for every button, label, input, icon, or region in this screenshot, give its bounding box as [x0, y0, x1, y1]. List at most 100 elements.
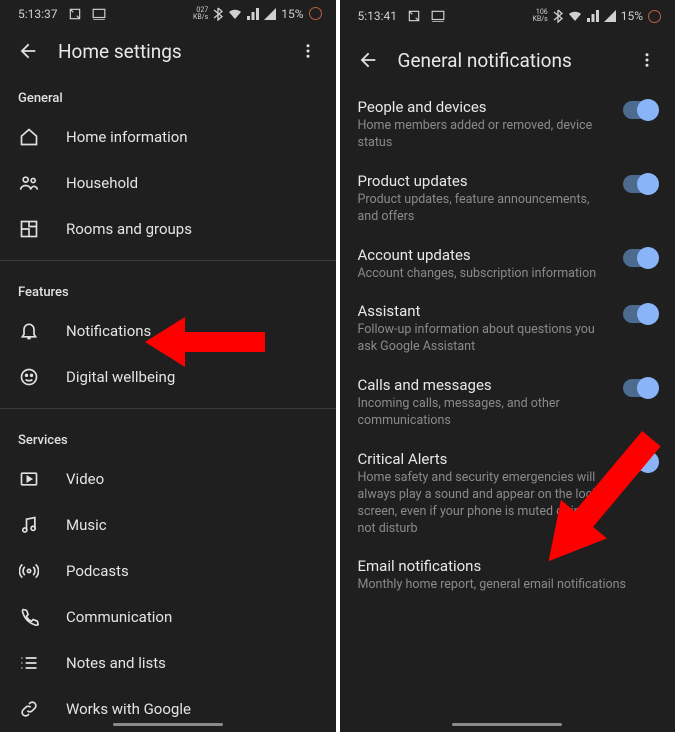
bluetooth-icon	[553, 9, 563, 23]
toggle-title: Account updates	[358, 246, 612, 264]
video-icon	[18, 468, 40, 490]
more-vert-icon	[638, 51, 656, 69]
item-label: Music	[66, 516, 107, 534]
wifi-icon	[568, 10, 582, 22]
screenshot-icon	[68, 7, 82, 21]
arrow-back-icon	[17, 40, 39, 62]
people-icon	[18, 172, 40, 194]
toggle-subtitle: Follow-up information about questions yo…	[358, 322, 612, 356]
toggle-subtitle: Home safety and security emergencies wil…	[358, 470, 612, 538]
more-button[interactable]	[629, 42, 665, 78]
signal-icon-2	[264, 8, 276, 20]
back-button[interactable]	[350, 42, 386, 78]
section-header-features: Features	[0, 269, 336, 308]
item-podcasts[interactable]: Podcasts	[0, 548, 336, 594]
toggle-switch[interactable]	[623, 249, 657, 267]
toggle-switch[interactable]	[623, 379, 657, 397]
item-label: Digital wellbeing	[66, 368, 175, 386]
toggle-title: Calls and messages	[358, 376, 612, 394]
phone-general-notifications: 5:13:41 106KB/s 15% General notification…	[340, 0, 675, 732]
item-digital-wellbeing[interactable]: Digital wellbeing	[0, 354, 336, 400]
toggle-subtitle: Account changes, subscription informatio…	[358, 266, 612, 283]
link-icon	[18, 698, 40, 720]
toggle-account-updates[interactable]: Account updates Account changes, subscri…	[340, 236, 675, 293]
item-notifications[interactable]: Notifications	[0, 308, 336, 354]
podcast-icon	[18, 560, 40, 582]
more-vert-icon	[299, 42, 317, 60]
toggle-critical-alerts[interactable]: Critical Alerts Home safety and security…	[340, 440, 675, 548]
section-header-general: General	[0, 75, 336, 114]
divider	[0, 408, 336, 409]
toggle-switch[interactable]	[623, 175, 657, 193]
item-label: Home information	[66, 128, 188, 146]
phone-icon	[18, 606, 40, 628]
home-icon	[18, 126, 40, 148]
item-label: Notes and lists	[66, 654, 166, 672]
item-label: Works with Google	[66, 700, 191, 718]
toggle-title: People and devices	[358, 98, 612, 116]
page-title: Home settings	[58, 40, 290, 63]
phone-home-settings: 5:13:37 027KB/s 15% Home settings Genera…	[0, 0, 336, 732]
toggle-subtitle: Incoming calls, messages, and other comm…	[358, 396, 612, 430]
toggle-title: Email notifications	[358, 557, 646, 575]
item-video[interactable]: Video	[0, 456, 336, 502]
toggle-title: Product updates	[358, 172, 612, 190]
status-bar: 5:13:37 027KB/s 15%	[0, 0, 336, 27]
signal-icon	[587, 10, 599, 22]
cast-icon	[431, 10, 445, 22]
toggle-product-updates[interactable]: Product updates Product updates, feature…	[340, 162, 675, 236]
arrow-back-icon	[357, 49, 379, 71]
bluetooth-icon	[213, 7, 223, 21]
toggle-switch[interactable]	[623, 101, 657, 119]
nav-indicator[interactable]	[452, 723, 562, 726]
net-speed: 027KB/s	[193, 7, 208, 21]
toggle-switch[interactable]	[623, 453, 657, 471]
app-bar: Home settings	[0, 27, 336, 75]
item-label: Communication	[66, 608, 172, 626]
battery-ring-icon	[648, 10, 661, 23]
toggle-switch[interactable]	[623, 305, 657, 323]
music-icon	[18, 514, 40, 536]
item-communication[interactable]: Communication	[0, 594, 336, 640]
more-button[interactable]	[290, 33, 326, 69]
status-time: 5:13:41	[358, 9, 398, 23]
status-time: 5:13:37	[18, 7, 58, 21]
signal-icon-2	[604, 10, 616, 22]
section-header-services: Services	[0, 417, 336, 456]
floorplan-icon	[18, 218, 40, 240]
toggle-people-devices[interactable]: People and devices Home members added or…	[340, 88, 675, 162]
app-bar: General notifications	[340, 32, 675, 88]
list-icon	[18, 652, 40, 674]
toggle-calls-messages[interactable]: Calls and messages Incoming calls, messa…	[340, 366, 675, 440]
battery-pct: 15%	[281, 7, 303, 21]
toggle-title: Assistant	[358, 302, 612, 320]
toggle-title: Critical Alerts	[358, 450, 612, 468]
signal-icon	[247, 8, 259, 20]
cast-icon	[92, 8, 106, 20]
toggle-email-notifications[interactable]: Email notifications Monthly home report,…	[340, 547, 675, 604]
bell-icon	[18, 320, 40, 342]
item-household[interactable]: Household	[0, 160, 336, 206]
screenshot-icon	[407, 9, 421, 23]
item-notes-lists[interactable]: Notes and lists	[0, 640, 336, 686]
item-rooms-groups[interactable]: Rooms and groups	[0, 206, 336, 252]
item-label: Notifications	[66, 322, 151, 340]
battery-ring-icon	[309, 7, 322, 20]
toggle-assistant[interactable]: Assistant Follow-up information about qu…	[340, 292, 675, 366]
item-label: Rooms and groups	[66, 220, 192, 238]
status-bar: 5:13:41 106KB/s 15%	[340, 0, 675, 32]
item-home-information[interactable]: Home information	[0, 114, 336, 160]
item-label: Video	[66, 470, 104, 488]
divider	[0, 260, 336, 261]
toggle-subtitle: Home members added or removed, device st…	[358, 118, 612, 152]
item-label: Household	[66, 174, 138, 192]
item-music[interactable]: Music	[0, 502, 336, 548]
toggle-subtitle: Monthly home report, general email notif…	[358, 577, 646, 594]
nav-indicator[interactable]	[113, 723, 223, 726]
page-title: General notifications	[398, 49, 630, 72]
wifi-icon	[228, 8, 242, 20]
toggle-subtitle: Product updates, feature announcements, …	[358, 192, 612, 226]
back-button[interactable]	[10, 33, 46, 69]
net-speed: 106KB/s	[532, 9, 547, 23]
battery-pct: 15%	[621, 9, 643, 23]
